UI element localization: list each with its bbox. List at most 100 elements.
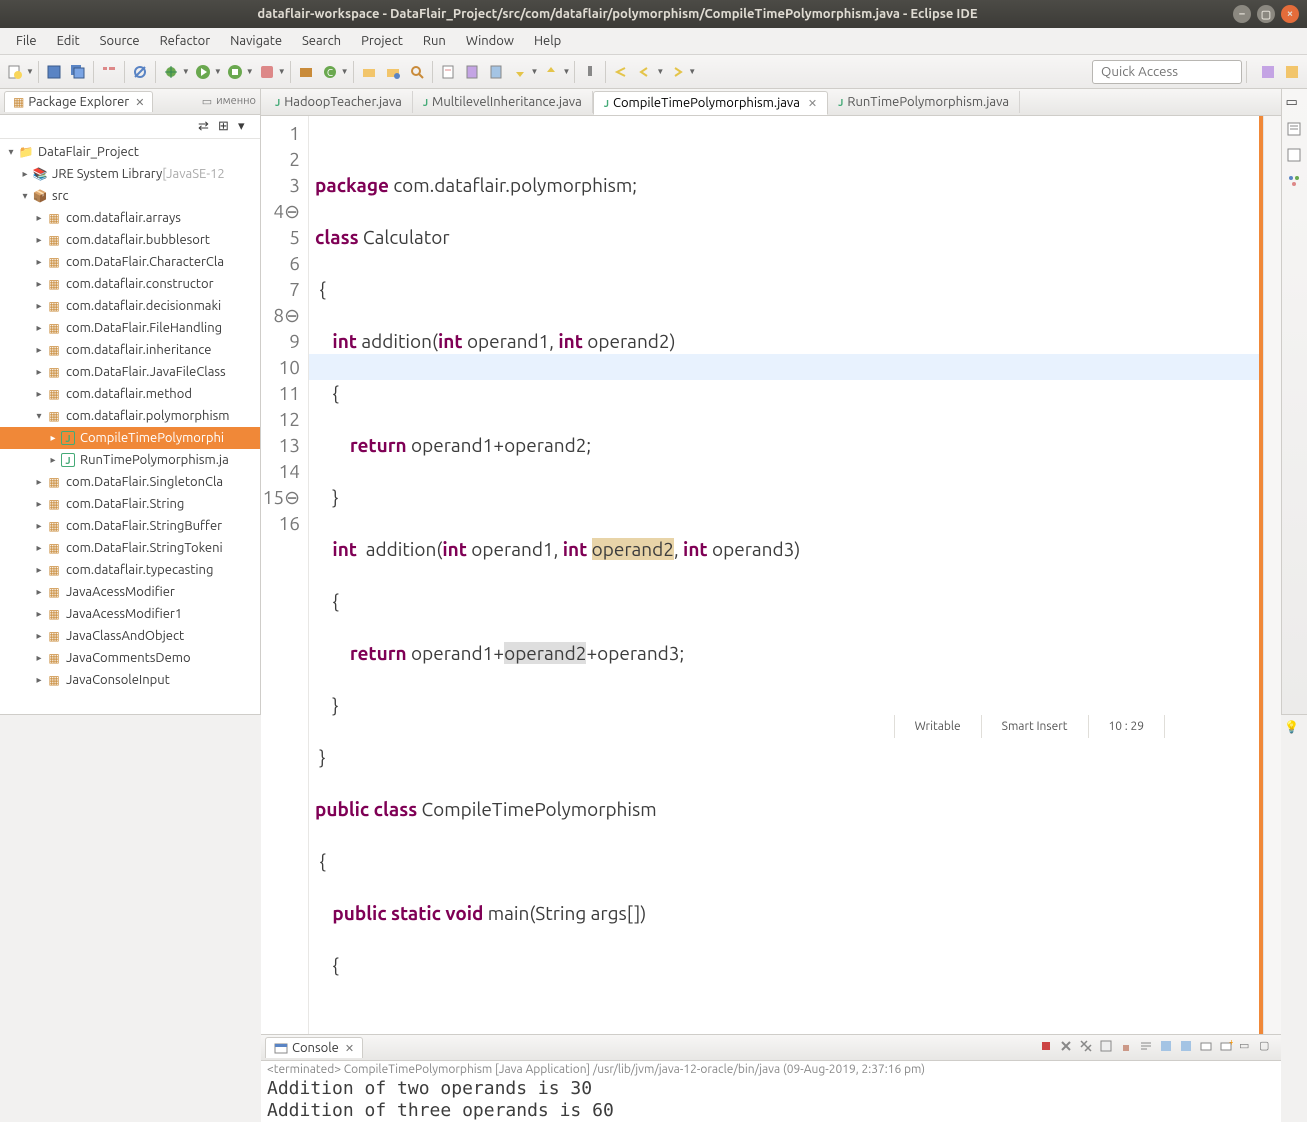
menu-edit[interactable]: Edit	[47, 30, 90, 52]
menu-source[interactable]: Source	[90, 30, 150, 52]
maximize-icon[interactable]: именно	[216, 95, 256, 108]
link-editor-icon[interactable]: ⊞	[218, 119, 234, 135]
package-node[interactable]: ▸com.DataFlair.StringBuffer	[0, 515, 260, 537]
toggle-breadcrumb-button[interactable]	[98, 61, 120, 83]
run-button[interactable]	[192, 61, 214, 83]
scroll-lock-button[interactable]	[1119, 1039, 1137, 1057]
quick-access-input[interactable]	[1092, 60, 1242, 84]
prev-annotation-button[interactable]	[540, 61, 562, 83]
annotation-button-1[interactable]	[461, 61, 483, 83]
package-node[interactable]: ▸com.DataFlair.StringTokeni	[0, 537, 260, 559]
java-file-compile-time[interactable]: ▸CompileTimePolymorphi	[0, 427, 260, 449]
editor-tab-run-time[interactable]: RunTimePolymorphism.java	[828, 91, 1020, 113]
package-node-polymorphism[interactable]: ▾com.dataflair.polymorphism	[0, 405, 260, 427]
maximize-icon[interactable]: ▢	[1259, 1039, 1277, 1057]
skip-breakpoints-button[interactable]	[129, 61, 151, 83]
package-node[interactable]: ▸JavaConsoleInput	[0, 669, 260, 691]
console-tab[interactable]: Console ✕	[265, 1037, 363, 1058]
editor-body[interactable]: 1234⊖5678⊖9101112131415⊖16 package com.d…	[261, 116, 1281, 1034]
close-icon[interactable]: ✕	[135, 96, 144, 109]
restore-icon[interactable]: ▭	[1286, 95, 1304, 113]
dropdown-icon[interactable]: ▼	[656, 67, 664, 76]
dropdown-icon[interactable]: ▼	[214, 67, 222, 76]
collapse-all-icon[interactable]: ⇄	[198, 119, 214, 135]
open-perspective-button[interactable]	[1257, 61, 1279, 83]
pin-button[interactable]	[579, 61, 601, 83]
menu-navigate[interactable]: Navigate	[220, 30, 292, 52]
java-file-run-time[interactable]: ▸RunTimePolymorphism.ja	[0, 449, 260, 471]
clear-console-button[interactable]	[1099, 1039, 1117, 1057]
package-node[interactable]: ▸com.dataflair.constructor	[0, 273, 260, 295]
package-node[interactable]: ▸com.DataFlair.String	[0, 493, 260, 515]
package-node[interactable]: ▸com.DataFlair.SingletonCla	[0, 471, 260, 493]
search-button[interactable]	[406, 61, 428, 83]
window-close-button[interactable]: ×	[1281, 5, 1299, 23]
dropdown-icon[interactable]: ▼	[182, 67, 190, 76]
package-node[interactable]: ▸com.dataflair.method	[0, 383, 260, 405]
package-node[interactable]: ▸com.dataflair.decisionmaki	[0, 295, 260, 317]
editor-tab-compile-time[interactable]: CompileTimePolymorphism.java✕	[593, 91, 828, 115]
remove-launch-button[interactable]	[1059, 1039, 1077, 1057]
editor-tab-multilevel[interactable]: MultilevelInheritance.java	[413, 91, 593, 113]
view-menu-icon[interactable]: ▾	[238, 119, 254, 135]
menu-window[interactable]: Window	[456, 30, 524, 52]
next-annotation-button[interactable]	[509, 61, 531, 83]
new-class-button[interactable]: C	[319, 61, 341, 83]
package-explorer-tab[interactable]: Package Explorer ✕	[4, 91, 153, 112]
package-node[interactable]: ▸com.dataflair.inheritance	[0, 339, 260, 361]
minimize-icon[interactable]: ▭	[202, 95, 212, 108]
last-edit-button[interactable]	[610, 61, 632, 83]
minimize-icon[interactable]: ▭	[1239, 1039, 1257, 1057]
window-minimize-button[interactable]: –	[1233, 5, 1251, 23]
close-tab-icon[interactable]: ✕	[808, 97, 817, 110]
java-perspective-button[interactable]	[1281, 61, 1303, 83]
pin-console-button[interactable]	[1159, 1039, 1177, 1057]
menu-run[interactable]: Run	[413, 30, 456, 52]
package-node[interactable]: ▸JavaCommentsDemo	[0, 647, 260, 669]
new-console-button[interactable]: +	[1219, 1039, 1237, 1057]
package-node[interactable]: ▸com.dataflair.arrays	[0, 207, 260, 229]
dropdown-icon[interactable]: ▼	[278, 67, 286, 76]
package-node[interactable]: ▸com.DataFlair.FileHandling	[0, 317, 260, 339]
dropdown-icon[interactable]: ▼	[531, 67, 539, 76]
tip-icon[interactable]: 💡	[1284, 720, 1307, 734]
word-wrap-button[interactable]	[1139, 1039, 1157, 1057]
dropdown-icon[interactable]: ▼	[562, 67, 570, 76]
dropdown-icon[interactable]: ▼	[246, 67, 254, 76]
open-console-button[interactable]	[1199, 1039, 1217, 1057]
tree-view-icon[interactable]	[1286, 173, 1304, 191]
package-node[interactable]: ▸com.dataflair.bubblesort	[0, 229, 260, 251]
project-node[interactable]: ▾DataFlair_Project	[0, 141, 260, 163]
package-tree[interactable]: ▾DataFlair_Project ▸JRE System Library […	[0, 139, 260, 714]
dropdown-icon[interactable]: ▼	[688, 67, 696, 76]
package-node[interactable]: ▸com.DataFlair.JavaFileClass	[0, 361, 260, 383]
debug-button[interactable]	[160, 61, 182, 83]
forward-button[interactable]	[666, 61, 688, 83]
package-node[interactable]: ▸com.dataflair.typecasting	[0, 559, 260, 581]
menu-file[interactable]: File	[6, 30, 47, 52]
dropdown-icon[interactable]: ▼	[341, 67, 349, 76]
package-node[interactable]: ▸JavaAcessModifier	[0, 581, 260, 603]
open-type-button[interactable]	[358, 61, 380, 83]
close-icon[interactable]: ✕	[345, 1042, 354, 1055]
code-area[interactable]: package com.dataflair.polymorphism; clas…	[309, 116, 1263, 1034]
new-button[interactable]	[4, 61, 26, 83]
window-maximize-button[interactable]: ▢	[1257, 5, 1275, 23]
jre-library-node[interactable]: ▸JRE System Library [JavaSE-12	[0, 163, 260, 185]
src-folder-node[interactable]: ▾src	[0, 185, 260, 207]
terminate-button[interactable]	[1039, 1039, 1057, 1057]
menu-help[interactable]: Help	[524, 30, 571, 52]
menu-refactor[interactable]: Refactor	[150, 30, 221, 52]
console-output[interactable]: Addition of two operands is 30 Addition …	[261, 1078, 1281, 1122]
toggle-mark-button[interactable]	[437, 61, 459, 83]
save-all-button[interactable]	[67, 61, 89, 83]
package-node[interactable]: ▸JavaClassAndObject	[0, 625, 260, 647]
new-package-button[interactable]	[295, 61, 317, 83]
task-list-view-icon[interactable]	[1286, 147, 1304, 165]
package-node[interactable]: ▸JavaAcessModifier1	[0, 603, 260, 625]
back-button[interactable]	[634, 61, 656, 83]
save-button[interactable]	[43, 61, 65, 83]
display-console-button[interactable]	[1179, 1039, 1197, 1057]
annotation-button-2[interactable]	[485, 61, 507, 83]
menu-search[interactable]: Search	[292, 30, 351, 52]
